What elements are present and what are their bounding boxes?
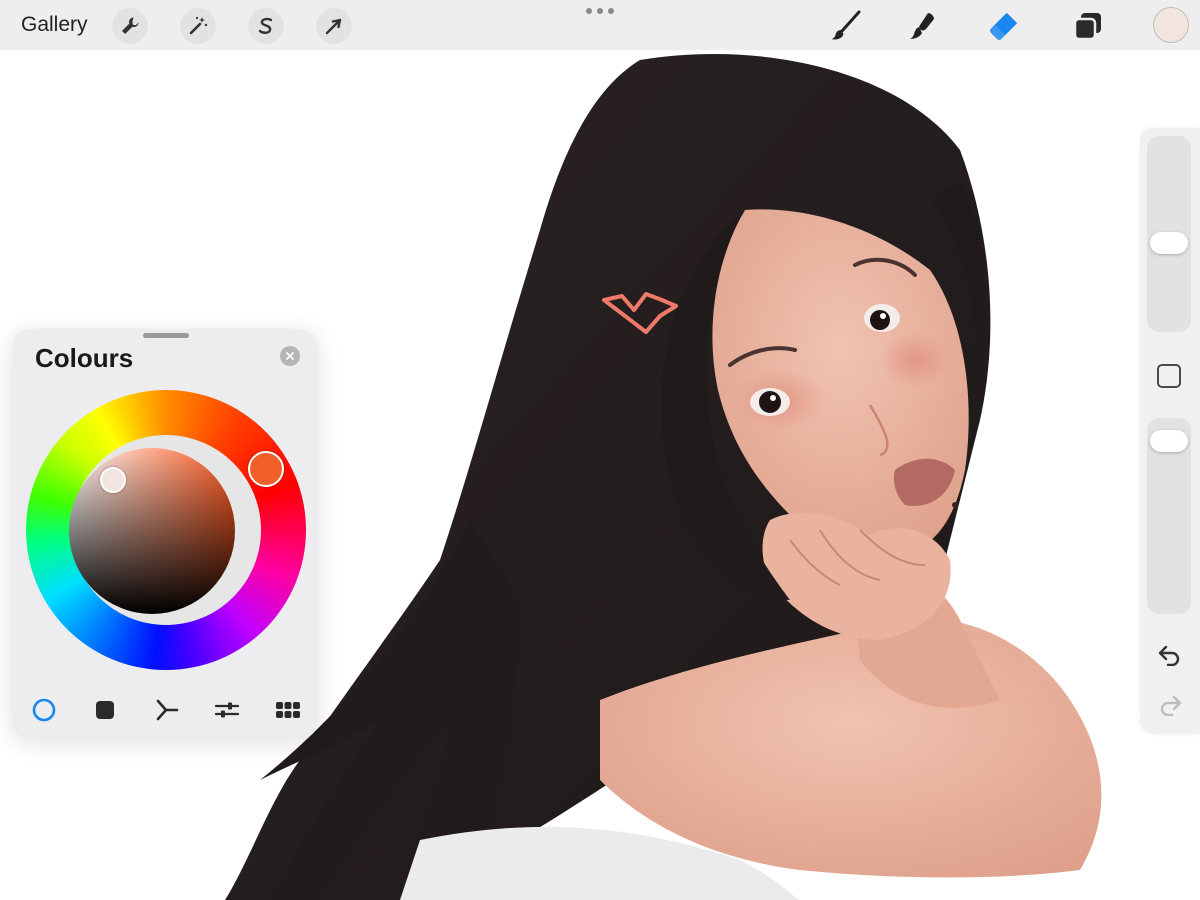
hue-marker[interactable] <box>248 451 284 487</box>
eye-highlight <box>880 313 886 319</box>
value-sliders-icon <box>214 702 240 718</box>
classic-mode-icon <box>96 701 114 719</box>
tab-harmony[interactable] <box>150 695 182 725</box>
brush-size-slider[interactable] <box>1147 136 1191 332</box>
colours-panel: Colours <box>12 329 318 739</box>
gallery-button[interactable]: Gallery <box>21 13 88 37</box>
active-colour-swatch[interactable] <box>1153 7 1189 43</box>
panel-drag-handle[interactable] <box>143 333 189 338</box>
selection-button[interactable] <box>248 8 284 44</box>
adjustments-button[interactable] <box>180 8 216 44</box>
harmony-mode-icon <box>156 699 179 721</box>
redo-icon[interactable] <box>1157 694 1183 716</box>
dot-icon <box>597 8 603 14</box>
brush-icon <box>831 10 861 40</box>
palettes-grid-icon <box>276 702 300 718</box>
disc-mode-icon <box>32 698 56 722</box>
iris <box>870 310 890 330</box>
smudge-tool-button[interactable] <box>906 8 942 44</box>
arrow-move-icon <box>325 18 342 35</box>
dot-icon <box>608 8 614 14</box>
brush-size-thumb[interactable] <box>1150 232 1188 254</box>
colour-marker[interactable] <box>100 467 126 493</box>
undo-icon[interactable] <box>1157 644 1183 666</box>
opacity-slider[interactable] <box>1147 418 1191 614</box>
right-sidebar <box>1140 128 1200 734</box>
transform-button[interactable] <box>316 8 352 44</box>
tab-classic[interactable] <box>89 695 121 725</box>
modify-button[interactable] <box>1157 364 1181 388</box>
layers-icon <box>1073 13 1101 41</box>
top-toolbar: Gallery <box>0 0 1200 50</box>
mole <box>952 502 958 508</box>
cheek-blush <box>880 332 950 388</box>
paint-tool-button[interactable] <box>828 8 864 44</box>
saturation-brightness-disc[interactable] <box>69 448 235 614</box>
eye-highlight <box>770 395 776 401</box>
tab-value[interactable] <box>211 695 243 725</box>
panel-title: Colours <box>35 343 134 373</box>
tab-palettes[interactable] <box>272 695 304 725</box>
magic-wand-icon <box>189 16 208 35</box>
close-icon <box>286 352 294 360</box>
more-options-dots[interactable] <box>586 8 614 16</box>
colour-mode-tabs <box>12 695 318 725</box>
actions-button[interactable] <box>112 8 148 44</box>
opacity-thumb[interactable] <box>1150 430 1188 452</box>
dot-icon <box>586 8 592 14</box>
tab-disc[interactable] <box>28 695 60 725</box>
close-panel-button[interactable] <box>280 346 300 366</box>
eraser-icon <box>989 12 1018 40</box>
selection-s-icon <box>258 17 273 34</box>
wrench-icon <box>122 17 139 34</box>
layers-button[interactable] <box>1070 8 1106 44</box>
eraser-tool-button[interactable] <box>984 8 1020 44</box>
smudge-icon <box>910 13 934 39</box>
iris <box>759 391 781 413</box>
